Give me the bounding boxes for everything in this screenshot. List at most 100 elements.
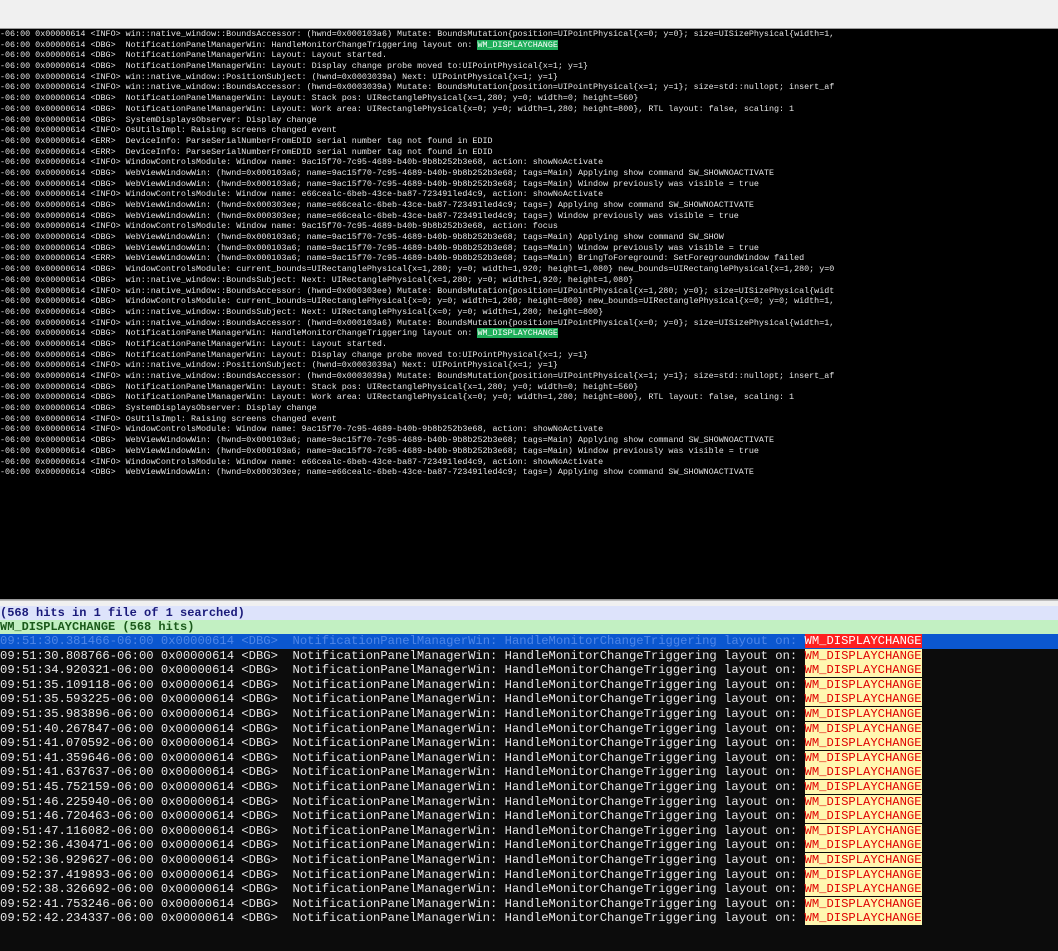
hit-timestamp: 09:51:47.116082-06:00 [0, 823, 154, 838]
search-results-pane[interactable]: (568 hits in 1 file of 1 searched) WM_DI… [0, 606, 1058, 951]
log-view[interactable]: -06:00 0x00000614 <INFO> win::native_win… [0, 28, 1058, 600]
hit-term: WM_DISPLAYCHANGE [804, 867, 922, 882]
log-line[interactable]: -06:00 0x00000614 <INFO> WindowControlsM… [0, 189, 1058, 200]
log-line[interactable]: -06:00 0x00000614 <DBG> SystemDisplaysOb… [0, 115, 1058, 126]
log-line[interactable]: -06:00 0x00000614 <DBG> WebViewWindowWin… [0, 435, 1058, 446]
log-line-text: -06:00 0x00000614 <INFO> WindowControlsM… [0, 189, 604, 200]
log-line[interactable]: -06:00 0x00000614 <DBG> WebViewWindowWin… [0, 200, 1058, 211]
search-hit[interactable]: 09:51:40.267847-06:00 0x00000614 <DBG> N… [0, 721, 1058, 737]
log-line[interactable]: -06:00 0x00000614 <INFO> win::native_win… [0, 286, 1058, 297]
log-line[interactable]: -06:00 0x00000614 <DBG> NotificationPane… [0, 350, 1058, 361]
search-hit[interactable]: 09:51:35.109118-06:00 0x00000614 <DBG> N… [0, 677, 1058, 693]
log-line-text: -06:00 0x00000614 <DBG> WebViewWindowWin… [0, 210, 739, 221]
hit-timestamp: 09:52:42.234337-06:00 [0, 911, 154, 926]
hit-term: WM_DISPLAYCHANGE [804, 852, 922, 867]
log-line-text: -06:00 0x00000614 <DBG> NotificationPane… [0, 328, 478, 339]
hit-text: 09:51:30.381466-06:00 0x00000614 <DBG> N… [0, 634, 805, 648]
log-line-text: -06:00 0x00000614 <DBG> WebViewWindowWin… [0, 445, 759, 456]
search-hit[interactable]: 09:52:42.234337-06:00 0x00000614 <DBG> N… [0, 911, 1058, 926]
search-hit[interactable]: 09:51:46.225940-06:00 0x00000614 <DBG> N… [0, 794, 1058, 810]
log-line-text: -06:00 0x00000614 <ERR> DeviceInfo: Pars… [0, 135, 493, 146]
log-line[interactable]: -06:00 0x00000614 <DBG> WebViewWindowWin… [0, 168, 1058, 179]
log-line[interactable]: -06:00 0x00000614 <DBG> NotificationPane… [0, 382, 1058, 393]
log-line[interactable]: -06:00 0x00000614 <DBG> SystemDisplaysOb… [0, 403, 1058, 414]
hit-text: 0x00000614 <DBG> NotificationPanelManage… [153, 736, 805, 751]
search-hit[interactable]: 09:51:41.359646-06:00 0x00000614 <DBG> N… [0, 750, 1058, 766]
log-line[interactable]: -06:00 0x00000614 <DBG> NotificationPane… [0, 328, 1058, 339]
search-hit[interactable]: 09:51:30.808766-06:00 0x00000614 <DBG> N… [0, 648, 1058, 664]
log-line[interactable]: -06:00 0x00000614 <INFO> win::native_win… [0, 371, 1058, 382]
hit-term: WM_DISPLAYCHANGE [804, 896, 922, 911]
log-line[interactable]: -06:00 0x00000614 <ERR> WebViewWindowWin… [0, 253, 1058, 264]
hit-timestamp: 09:51:35.983896-06:00 [0, 706, 154, 721]
hit-timestamp: 09:51:41.359646-06:00 [0, 750, 154, 765]
log-line[interactable]: -06:00 0x00000614 <DBG> WebViewWindowWin… [0, 446, 1058, 457]
search-hit[interactable]: 09:51:45.752159-06:00 0x00000614 <DBG> N… [0, 779, 1058, 795]
log-line[interactable]: -06:00 0x00000614 <ERR> DeviceInfo: Pars… [0, 147, 1058, 158]
search-hit[interactable]: 09:52:41.753246-06:00 0x00000614 <DBG> N… [0, 896, 1058, 912]
search-hit[interactable]: 09:51:35.593225-06:00 0x00000614 <DBG> N… [0, 692, 1058, 707]
hit-timestamp: 09:52:37.419893-06:00 [0, 867, 154, 882]
log-line[interactable]: -06:00 0x00000614 <DBG> WebViewWindowWin… [0, 211, 1058, 222]
hit-text: 0x00000614 <DBG> NotificationPanelManage… [153, 721, 805, 736]
log-line[interactable]: -06:00 0x00000614 <INFO> win::native_win… [0, 82, 1058, 93]
log-line[interactable]: -06:00 0x00000614 <INFO> OsUtilsImpl: Ra… [0, 414, 1058, 425]
search-hit[interactable]: 09:51:41.637637-06:00 0x00000614 <DBG> N… [0, 765, 1058, 780]
log-line[interactable]: -06:00 0x00000614 <DBG> NotificationPane… [0, 50, 1058, 61]
log-line[interactable]: -06:00 0x00000614 <DBG> win::native_wind… [0, 275, 1058, 286]
log-line-text: -06:00 0x00000614 <DBG> WebViewWindowWin… [0, 178, 759, 189]
hit-term: WM_DISPLAYCHANGE [804, 809, 922, 824]
hit-term: WM_DISPLAYCHANGE [804, 765, 922, 780]
log-line[interactable]: -06:00 0x00000614 <DBG> WindowControlsMo… [0, 264, 1058, 275]
search-summary: (568 hits in 1 file of 1 searched) [0, 606, 1058, 620]
log-line[interactable]: -06:00 0x00000614 <DBG> NotificationPane… [0, 93, 1058, 104]
log-line[interactable]: -06:00 0x00000614 <INFO> win::native_win… [0, 318, 1058, 329]
search-hit[interactable]: 09:52:36.430471-06:00 0x00000614 <DBG> N… [0, 838, 1058, 853]
hit-text: 0x00000614 <DBG> NotificationPanelManage… [153, 809, 805, 824]
search-hit[interactable]: 09:52:38.326692-06:00 0x00000614 <DBG> N… [0, 882, 1058, 897]
log-line-text: -06:00 0x00000614 <DBG> NotificationPane… [0, 93, 639, 104]
log-line-text: -06:00 0x00000614 <DBG> SystemDisplaysOb… [0, 114, 317, 125]
hit-timestamp: 09:51:41.637637-06:00 [0, 765, 154, 780]
log-line[interactable]: -06:00 0x00000614 <DBG> win::native_wind… [0, 307, 1058, 318]
log-line-text: -06:00 0x00000614 <DBG> NotificationPane… [0, 50, 387, 61]
log-line[interactable]: -06:00 0x00000614 <DBG> WebViewWindowWin… [0, 232, 1058, 243]
search-hit[interactable]: 09:51:46.720463-06:00 0x00000614 <DBG> N… [0, 809, 1058, 824]
log-line[interactable]: -06:00 0x00000614 <DBG> WebViewWindowWin… [0, 179, 1058, 190]
search-hit-selected[interactable]: 09:51:30.381466-06:00 0x00000614 <DBG> N… [0, 634, 1058, 649]
log-line[interactable]: -06:00 0x00000614 <INFO> OsUtilsImpl: Ra… [0, 125, 1058, 136]
log-line-text: -06:00 0x00000614 <DBG> win::native_wind… [0, 274, 634, 285]
hit-timestamp: 09:51:41.070592-06:00 [0, 736, 154, 751]
search-hit[interactable]: 09:51:34.920321-06:00 0x00000614 <DBG> N… [0, 663, 1058, 678]
log-line[interactable]: -06:00 0x00000614 <ERR> DeviceInfo: Pars… [0, 136, 1058, 147]
log-line[interactable]: -06:00 0x00000614 <DBG> WebViewWindowWin… [0, 243, 1058, 254]
search-hit[interactable]: 09:51:41.070592-06:00 0x00000614 <DBG> N… [0, 736, 1058, 751]
log-line[interactable]: -06:00 0x00000614 <INFO> WindowControlsM… [0, 457, 1058, 468]
search-hit[interactable]: 09:51:47.116082-06:00 0x00000614 <DBG> N… [0, 823, 1058, 839]
log-line[interactable]: -06:00 0x00000614 <DBG> NotificationPane… [0, 104, 1058, 115]
search-hit[interactable]: 09:51:35.983896-06:00 0x00000614 <DBG> N… [0, 706, 1058, 722]
log-line[interactable]: -06:00 0x00000614 <DBG> WindowControlsMo… [0, 296, 1058, 307]
log-line[interactable]: -06:00 0x00000614 <DBG> WebViewWindowWin… [0, 467, 1058, 478]
log-line[interactable]: -06:00 0x00000614 <INFO> win::native_win… [0, 29, 1058, 40]
log-line-text: -06:00 0x00000614 <INFO> WindowControlsM… [0, 424, 604, 435]
log-line-text: -06:00 0x00000614 <DBG> WebViewWindowWin… [0, 232, 724, 243]
log-line-text: -06:00 0x00000614 <INFO> WindowControlsM… [0, 221, 558, 232]
log-line[interactable]: -06:00 0x00000614 <DBG> NotificationPane… [0, 39, 1058, 51]
log-line[interactable]: -06:00 0x00000614 <INFO> WindowControlsM… [0, 221, 1058, 232]
log-line[interactable]: -06:00 0x00000614 <INFO> win::native_win… [0, 72, 1058, 83]
hit-term: WM_DISPLAYCHANGE [804, 882, 922, 897]
search-hit[interactable]: 09:52:36.929627-06:00 0x00000614 <DBG> N… [0, 852, 1058, 868]
log-line[interactable]: -06:00 0x00000614 <DBG> NotificationPane… [0, 61, 1058, 72]
search-term-header[interactable]: WM_DISPLAYCHANGE (568 hits) [0, 620, 1058, 634]
hit-term: WM_DISPLAYCHANGE [804, 634, 922, 648]
log-line[interactable]: -06:00 0x00000614 <INFO> WindowControlsM… [0, 424, 1058, 435]
log-line-text: -06:00 0x00000614 <INFO> win::native_win… [0, 71, 558, 82]
hit-text: 0x00000614 <DBG> NotificationPanelManage… [153, 823, 805, 838]
log-line[interactable]: -06:00 0x00000614 <DBG> NotificationPane… [0, 392, 1058, 403]
log-line[interactable]: -06:00 0x00000614 <DBG> NotificationPane… [0, 339, 1058, 350]
log-line[interactable]: -06:00 0x00000614 <INFO> win::native_win… [0, 360, 1058, 371]
hit-text: 0x00000614 <DBG> NotificationPanelManage… [153, 867, 805, 882]
search-hit[interactable]: 09:52:37.419893-06:00 0x00000614 <DBG> N… [0, 867, 1058, 883]
log-line[interactable]: -06:00 0x00000614 <INFO> WindowControlsM… [0, 157, 1058, 168]
